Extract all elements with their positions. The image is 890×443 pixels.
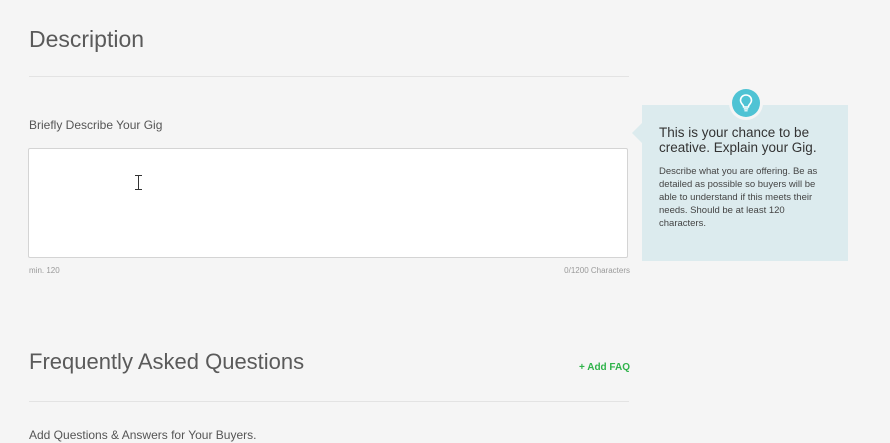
gig-description-page: Description Briefly Describe Your Gig mi… bbox=[0, 0, 890, 443]
lightbulb-icon bbox=[732, 89, 760, 117]
tip-body: Describe what you are offering. Be as de… bbox=[659, 166, 818, 229]
description-divider bbox=[29, 76, 629, 77]
faq-divider bbox=[29, 401, 629, 402]
description-tip-box: This is your chance to be creative. Expl… bbox=[632, 105, 848, 261]
min-characters-hint: min. 120 bbox=[29, 266, 60, 275]
character-counter: 0/1200 Characters bbox=[564, 266, 630, 275]
add-faq-link[interactable]: + Add FAQ bbox=[579, 362, 630, 373]
description-textarea[interactable] bbox=[28, 148, 628, 258]
text-cursor-icon bbox=[135, 175, 143, 190]
tip-icon-badge bbox=[729, 86, 763, 120]
description-section-title: Description bbox=[29, 26, 145, 52]
tip-heading: This is your chance to be creative. Expl… bbox=[659, 125, 817, 155]
faq-field-label: Add Questions & Answers for Your Buyers. bbox=[29, 428, 257, 442]
faq-section-title: Frequently Asked Questions bbox=[29, 349, 305, 374]
description-field-label: Briefly Describe Your Gig bbox=[29, 118, 163, 132]
